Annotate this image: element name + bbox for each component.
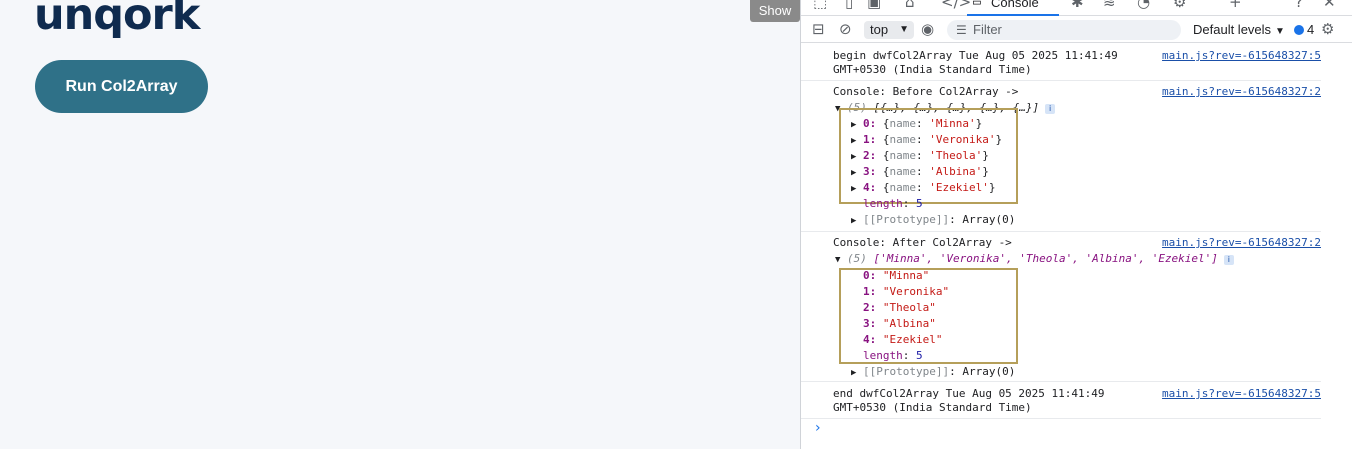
inspect-element-icon[interactable]: ⬚ [813, 0, 827, 10]
source-link[interactable]: main.js?rev=-615648327:5 [1162, 386, 1321, 402]
device-toolbar-icon[interactable]: ▯ [845, 0, 853, 10]
live-expression-eye-icon[interactable]: ◉ [921, 21, 934, 38]
array-item[interactable]: ▶ 4: {name: 'Ezekiel'} [851, 180, 996, 197]
default-levels-label: Default levels [1193, 22, 1272, 37]
array-item: 1: "Veronika" [863, 285, 950, 298]
console-log: begin dwfCol2Array Tue Aug 05 2025 11:41… [801, 44, 1352, 449]
run-col2array-button[interactable]: Run Col2Array [35, 60, 208, 113]
sources-bug-icon[interactable]: ✱ [1071, 0, 1084, 10]
collapsed-triangle-icon: ▶ [851, 120, 857, 130]
default-levels-dropdown[interactable]: Default levels ▼ [1193, 21, 1285, 41]
array-length: length: 5 [863, 197, 923, 210]
panel-layout-icon[interactable]: ▣ [867, 0, 881, 10]
array-item[interactable]: ▶ 2: {name: 'Theola'} [851, 148, 989, 165]
collapsed-triangle-icon: ▶ [851, 152, 857, 162]
sidebar-toggle-icon[interactable]: ⊟ [812, 21, 825, 38]
log-message-after: Console: After Col2Array -> main.js?rev=… [801, 233, 1321, 382]
issues-count: 4 [1307, 22, 1315, 37]
log-text: Console: Before Col2Array -> [833, 85, 1019, 98]
log-text: GMT+0530 (India Standard Time) [833, 63, 1032, 76]
source-link[interactable]: main.js?rev=-615648327:2 [1162, 235, 1321, 251]
console-tab-icon: ▭ [973, 0, 981, 10]
collapsed-triangle-icon: ▶ [851, 136, 857, 146]
log-text: GMT+0530 (India Standard Time) [833, 401, 1032, 414]
array-prototype[interactable]: ▶ [[Prototype]]: Array(0) [851, 364, 1015, 381]
log-message-begin: begin dwfCol2Array Tue Aug 05 2025 11:41… [801, 44, 1321, 81]
issues-icon [1294, 25, 1304, 35]
filter-placeholder: Filter [973, 22, 1002, 37]
more-tabs-plus-icon[interactable]: + [1229, 0, 1242, 10]
array-item[interactable]: ▶ 3: {name: 'Albina'} [851, 164, 989, 181]
chevron-down-icon: ▼ [1275, 26, 1285, 37]
array-item[interactable]: ▶ 0: {name: 'Minna'} [851, 116, 982, 133]
array-item: 4: "Ezekiel" [863, 333, 943, 346]
context-select[interactable]: top ▼ [864, 21, 914, 39]
devtools-tab-bar: ⬚ ▯ ▣ ⌂ </> ▭ Console ✱ ≋ ◔ ⚙ + ? ✕ [801, 0, 1352, 16]
expanded-triangle-icon: ▼ [835, 255, 841, 265]
log-message-before: Console: Before Col2Array -> main.js?rev… [801, 82, 1321, 232]
chevron-down-icon: ▼ [899, 24, 909, 35]
console-settings-gear-icon[interactable]: ⚙ [1321, 21, 1334, 38]
tab-console[interactable]: ▭ Console [967, 0, 1059, 16]
app-area: unqork Run Col2Array Show [0, 0, 800, 449]
array-item: 0: "Minna" [863, 269, 930, 282]
devtools-panel: ⬚ ▯ ▣ ⌂ </> ▭ Console ✱ ≋ ◔ ⚙ + ? ✕ ⊟ ⊘ … [800, 0, 1352, 449]
collapsed-triangle-icon: ▶ [851, 168, 857, 178]
array-item[interactable]: ▶ 1: {name: 'Veronika'} [851, 132, 1002, 149]
filter-input[interactable]: ☰ Filter [947, 20, 1181, 40]
console-prompt-chevron-icon[interactable]: › [815, 420, 821, 436]
array-prototype[interactable]: ▶ [[Prototype]]: Array(0) [851, 212, 1015, 229]
collapsed-triangle-icon: ▶ [851, 216, 857, 226]
clear-console-icon[interactable]: ⊘ [839, 21, 852, 38]
source-link[interactable]: main.js?rev=-615648327:5 [1162, 48, 1321, 64]
console-toolbar: ⊟ ⊘ top ▼ ◉ ☰ Filter Default levels ▼ 4 ⚙ [801, 17, 1352, 43]
source-link[interactable]: main.js?rev=-615648327:2 [1162, 84, 1321, 100]
array-length: length: 5 [863, 349, 923, 362]
log-message-end: end dwfCol2Array Tue Aug 05 2025 11:41:4… [801, 383, 1321, 419]
info-icon: i [1045, 104, 1056, 114]
close-devtools-icon[interactable]: ✕ [1323, 0, 1336, 10]
context-select-value: top [870, 22, 889, 37]
show-button[interactable]: Show [750, 0, 800, 22]
collapsed-triangle-icon: ▶ [851, 368, 857, 378]
performance-icon[interactable]: ◔ [1137, 0, 1150, 10]
issues-counter[interactable]: 4 [1294, 21, 1314, 39]
tab-console-label: Console [991, 0, 1039, 10]
filter-icon: ☰ [956, 23, 967, 37]
info-icon: i [1223, 255, 1234, 265]
network-wifi-icon[interactable]: ≋ [1103, 0, 1116, 10]
help-icon[interactable]: ? [1295, 0, 1303, 10]
collapsed-triangle-icon: ▶ [851, 184, 857, 194]
array-summary[interactable]: ▼ (5) ['Minna', 'Veronika', 'Theola', 'A… [835, 251, 1234, 268]
settings-gear-tab-icon[interactable]: ⚙ [1173, 0, 1186, 10]
array-item: 2: "Theola" [863, 301, 936, 314]
unqork-logo: unqork [34, 0, 200, 40]
array-item: 3: "Albina" [863, 317, 936, 330]
log-text: Console: After Col2Array -> [833, 236, 1012, 249]
welcome-home-icon[interactable]: ⌂ [905, 0, 915, 10]
